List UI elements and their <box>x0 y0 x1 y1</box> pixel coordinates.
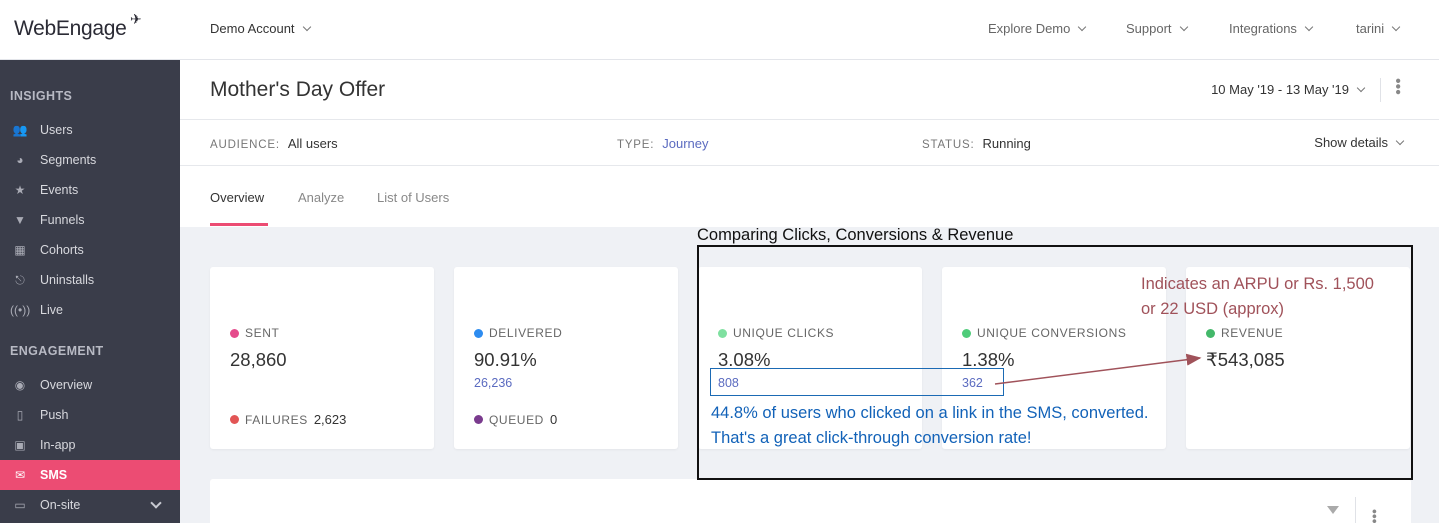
annotation-arrow <box>994 353 1202 385</box>
